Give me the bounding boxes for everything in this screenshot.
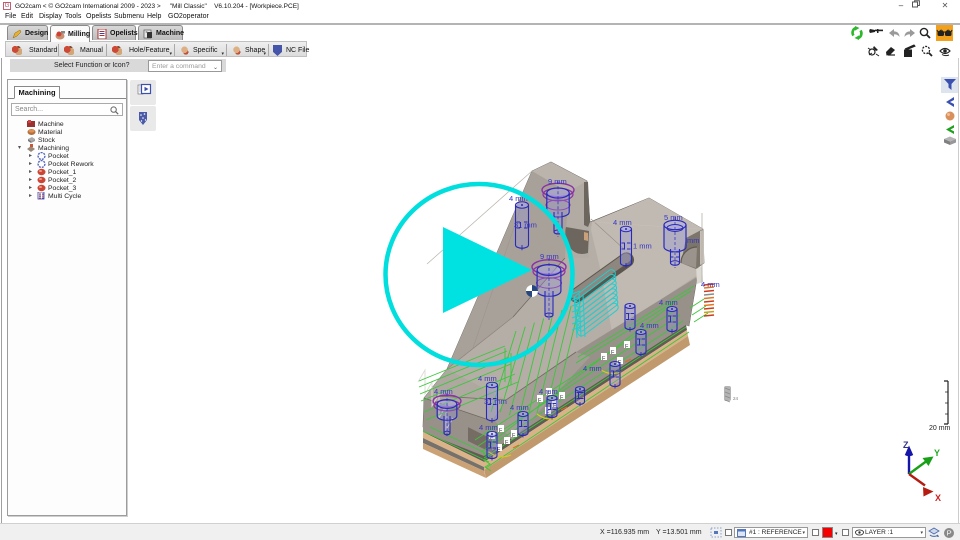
svg-text:P: P	[947, 529, 952, 538]
